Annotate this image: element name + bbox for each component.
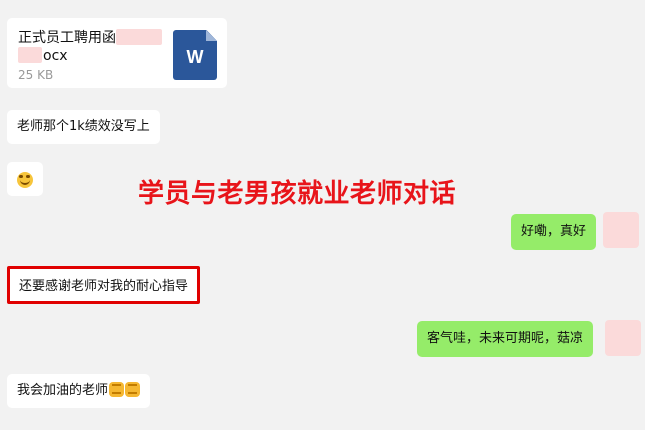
message-text: 我会加油的老师 xyxy=(17,383,109,398)
message-text: 还要感谢老师对我的耐心指导 xyxy=(19,279,189,294)
file-message[interactable]: 正式员工聘用函 ocx 25 KB W xyxy=(7,18,227,88)
file-extension: ocx xyxy=(43,48,68,64)
file-extension-line: ocx xyxy=(18,47,68,65)
file-name: 正式员工聘用函 xyxy=(18,29,168,47)
tears-of-joy-emoji-icon xyxy=(17,172,33,188)
message-incoming[interactable]: 我会加油的老师 xyxy=(7,374,151,408)
fist-emoji-icon xyxy=(109,382,125,397)
file-name-text: 正式员工聘用函 xyxy=(18,30,116,46)
redaction-mask xyxy=(116,29,162,45)
message-outgoing[interactable]: 好嘞，真好 xyxy=(511,214,597,250)
message-outgoing[interactable]: 客气哇，未来可期呢，菇凉 xyxy=(417,321,594,357)
avatar[interactable] xyxy=(603,212,639,248)
avatar[interactable] xyxy=(605,320,641,356)
redaction-mask xyxy=(18,47,42,63)
message-incoming-emoji[interactable] xyxy=(7,162,43,196)
message-text: 老师那个1k绩效没写上 xyxy=(17,119,150,134)
message-text: 客气哇，未来可期呢，菇凉 xyxy=(427,331,584,346)
message-incoming-highlighted[interactable]: 还要感谢老师对我的耐心指导 xyxy=(7,266,201,304)
file-size: 25 KB xyxy=(18,68,54,82)
message-text: 好嘞，真好 xyxy=(521,224,587,239)
fist-emoji-icon xyxy=(125,382,141,397)
message-incoming[interactable]: 老师那个1k绩效没写上 xyxy=(7,110,160,144)
overlay-title: 学员与老男孩就业老师对话 xyxy=(138,179,457,209)
chat-window: 正式员工聘用函 ocx 25 KB W 老师那个1k绩效没写上 好嘞，真好 还要… xyxy=(0,0,645,430)
